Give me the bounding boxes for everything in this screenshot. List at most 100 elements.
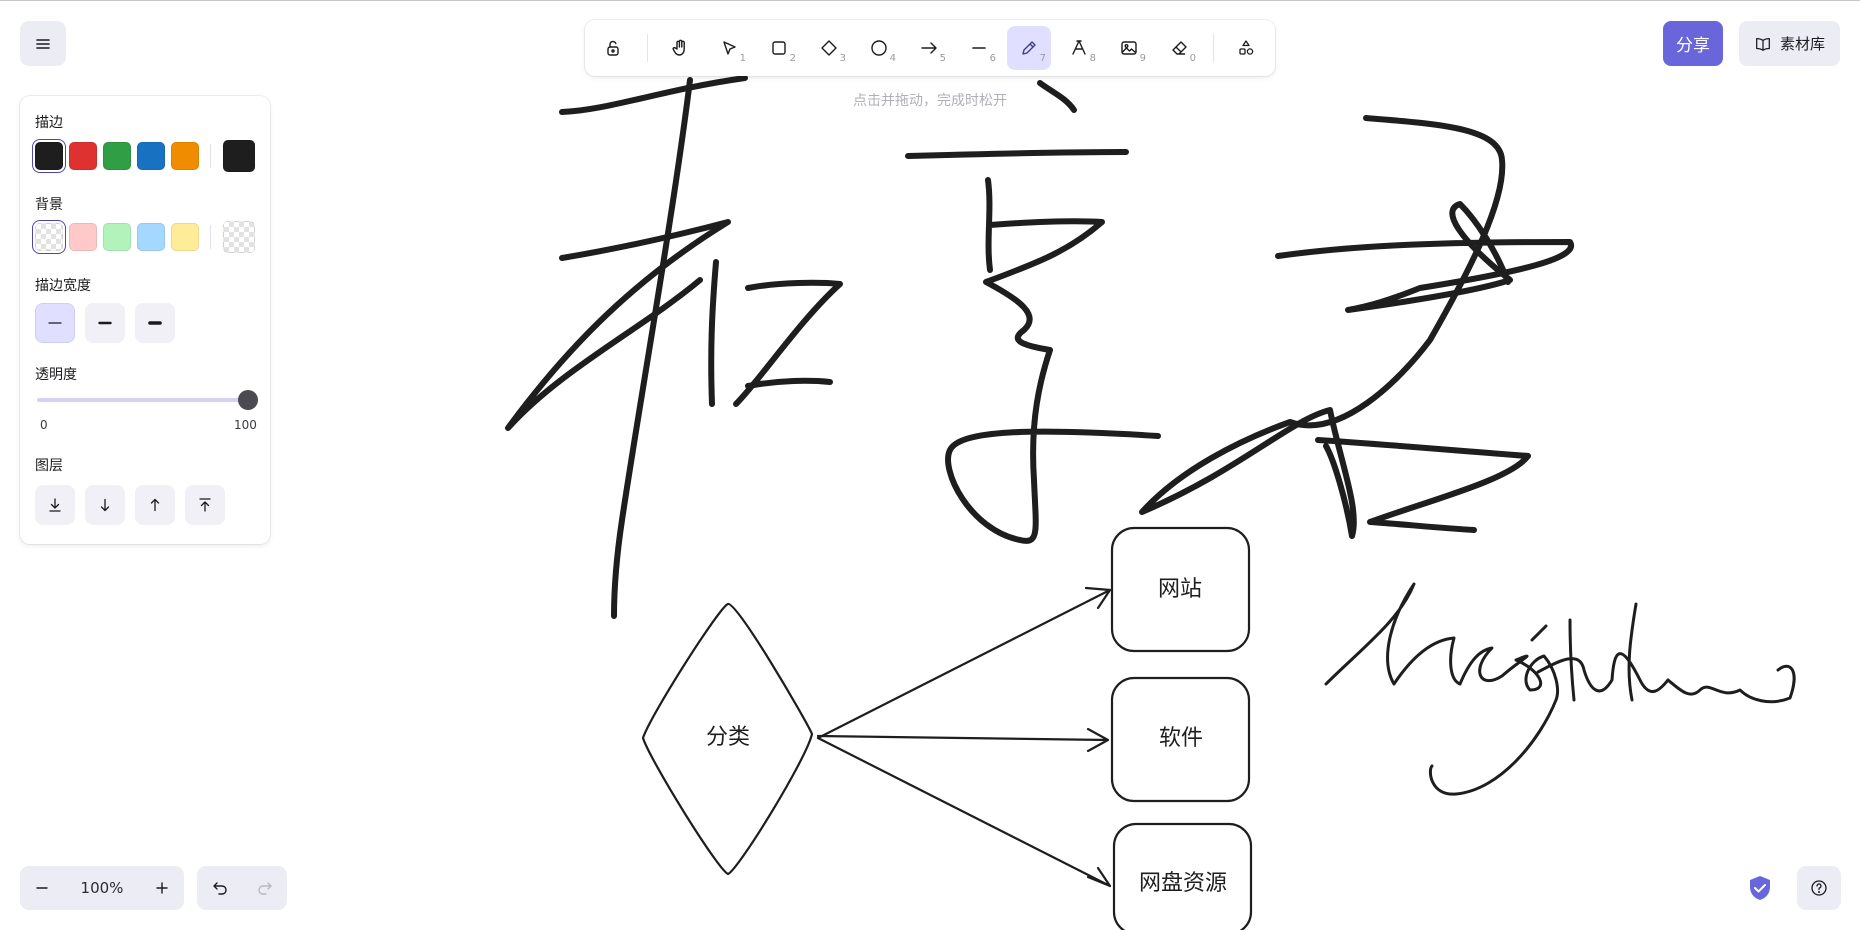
image-icon <box>1121 41 1137 55</box>
tool-image[interactable]: 9 <box>1107 26 1151 70</box>
properties-panel: 描边 背景 描边宽度 透明度 0 100 图层 <box>20 96 270 544</box>
extra-bold-line-icon <box>148 321 162 325</box>
shield-check-icon[interactable] <box>1744 872 1776 904</box>
stroke-width-thin[interactable] <box>35 303 75 343</box>
layers-title: 图层 <box>35 458 63 474</box>
opacity-slider-thumb[interactable] <box>238 390 258 410</box>
toolbar-separator <box>1213 34 1214 62</box>
shapes-icon <box>1239 40 1254 55</box>
tool-hand[interactable] <box>658 26 702 70</box>
tool-line[interactable]: 6 <box>957 26 1001 70</box>
help-icon <box>1811 880 1827 896</box>
handwriting-hxojshare <box>1324 582 1796 796</box>
stroke-width-title: 描边宽度 <box>35 278 91 294</box>
bold-line-icon <box>98 321 112 325</box>
tool-selection[interactable]: 1 <box>707 26 751 70</box>
tool-key: 3 <box>839 53 846 64</box>
diamond-icon <box>821 40 837 56</box>
stroke-swatch-red[interactable] <box>69 142 97 170</box>
tool-eraser[interactable]: 0 <box>1157 26 1201 70</box>
stroke-swatch-green[interactable] <box>103 142 131 170</box>
bring-to-front-icon <box>199 498 211 512</box>
thin-line-icon <box>48 322 62 324</box>
tool-text[interactable]: 8 <box>1057 26 1101 70</box>
tool-hint: 点击并拖动，完成时松开 <box>853 93 1007 109</box>
background-swatch-blue[interactable] <box>137 223 165 251</box>
library-button[interactable]: 素材库 <box>1739 21 1840 66</box>
arrow-to-software <box>816 727 1110 753</box>
tool-key: 8 <box>1089 53 1096 64</box>
bring-forward-button[interactable] <box>135 485 175 525</box>
opacity-slider-track[interactable] <box>37 398 243 402</box>
pencil-icon <box>1022 41 1036 55</box>
line-icon <box>972 47 986 49</box>
stroke-width-extra-bold[interactable] <box>135 303 175 343</box>
background-swatch-yellow[interactable] <box>171 223 199 251</box>
send-backward-button[interactable] <box>85 485 125 525</box>
tool-freedraw[interactable]: 7 <box>1007 26 1051 70</box>
stroke-swatch-black[interactable] <box>32 139 66 173</box>
zoom-controls: 100% <box>20 866 184 910</box>
box-website-label: 网站 <box>1158 577 1202 602</box>
toolbar-separator <box>647 34 648 62</box>
background-swatch-red[interactable] <box>69 223 97 251</box>
tool-diamond[interactable]: 3 <box>807 26 851 70</box>
stroke-title: 描边 <box>35 115 63 131</box>
hand-icon <box>672 39 685 56</box>
circle-icon <box>871 40 887 56</box>
tool-key: 0 <box>1189 53 1196 64</box>
toolbar: 1 2 3 4 5 6 7 8 9 0 <box>585 20 1275 76</box>
swatch-divider <box>210 144 211 168</box>
tool-key: 4 <box>889 53 896 64</box>
eraser-icon <box>1172 41 1187 55</box>
tool-more-shapes[interactable] <box>1224 26 1268 70</box>
zoom-reset-button[interactable]: 100% <box>64 866 140 910</box>
zoom-out-button[interactable] <box>20 866 64 910</box>
text-icon <box>1072 40 1086 55</box>
book-open-icon <box>1756 37 1770 51</box>
opacity-min-label: 0 <box>40 418 48 432</box>
undo-icon <box>212 882 227 895</box>
tool-key: 6 <box>989 53 996 64</box>
tool-rectangle[interactable]: 2 <box>757 26 801 70</box>
zoom-in-button[interactable] <box>140 866 184 910</box>
tool-key: 2 <box>789 53 796 64</box>
box-netdisk-label: 网盘资源 <box>1139 871 1227 896</box>
tool-arrow[interactable]: 5 <box>907 26 951 70</box>
stroke-width-bold[interactable] <box>85 303 125 343</box>
send-to-back-icon <box>49 498 61 512</box>
background-swatch-transparent[interactable] <box>32 220 66 254</box>
undo-button[interactable] <box>197 866 242 910</box>
drawing-canvas[interactable]: 分类 网站 软件 网盘资源 <box>0 0 1860 930</box>
opacity-title: 透明度 <box>35 367 77 383</box>
hamburger-icon <box>36 38 50 49</box>
background-swatch-green[interactable] <box>103 223 131 251</box>
rectangle-icon <box>772 41 786 55</box>
box-software-label: 软件 <box>1159 726 1203 751</box>
help-button[interactable] <box>1797 866 1841 910</box>
arrow-to-website <box>816 586 1112 740</box>
opacity-max-label: 100 <box>234 418 257 432</box>
send-to-back-button[interactable] <box>35 485 75 525</box>
main-menu-button[interactable] <box>20 21 66 66</box>
background-current-color[interactable] <box>223 221 255 253</box>
redo-button[interactable] <box>242 866 287 910</box>
bring-to-front-button[interactable] <box>185 485 225 525</box>
minus-icon <box>36 887 48 889</box>
tool-lock[interactable] <box>591 26 635 70</box>
arrow-up-icon <box>150 498 160 512</box>
share-button[interactable]: 分享 <box>1663 21 1723 66</box>
history-controls <box>197 866 287 910</box>
stroke-current-color[interactable] <box>223 140 255 172</box>
library-label: 素材库 <box>1779 35 1825 53</box>
tool-key: 7 <box>1039 53 1046 64</box>
stroke-swatch-blue[interactable] <box>137 142 165 170</box>
unlock-icon <box>607 40 619 56</box>
arrow-right-icon <box>921 42 937 54</box>
arrow-down-icon <box>100 498 110 512</box>
handwriting-he <box>505 75 843 619</box>
tool-key: 5 <box>939 53 946 64</box>
stroke-swatch-orange[interactable] <box>171 142 199 170</box>
tool-ellipse[interactable]: 4 <box>857 26 901 70</box>
pointer-icon <box>723 41 736 55</box>
